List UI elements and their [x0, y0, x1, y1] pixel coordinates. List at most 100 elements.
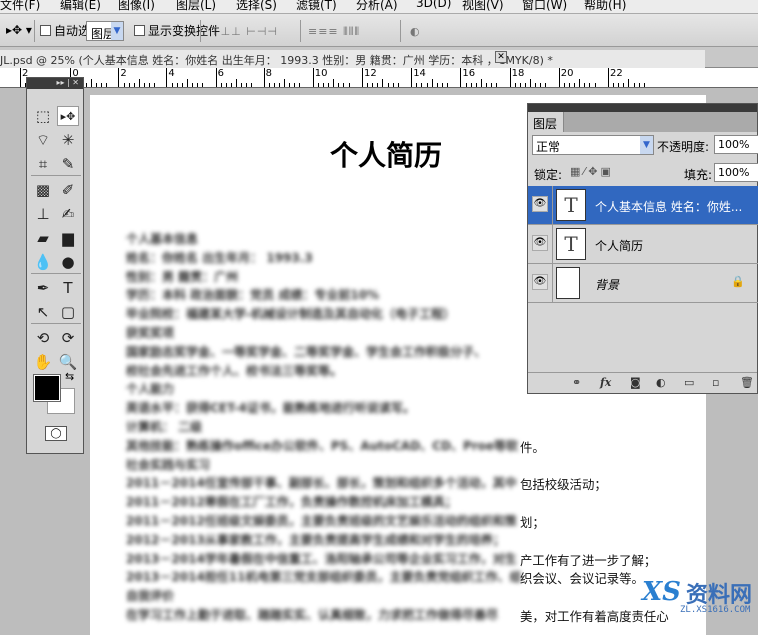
3d-orbit-icon[interactable]: ⟳	[57, 328, 79, 348]
lasso-icon[interactable]: ⌔	[32, 130, 54, 150]
type-icon[interactable]: T	[57, 278, 79, 298]
quick-mask-icon[interactable]: ◯	[45, 426, 67, 441]
opacity-input[interactable]: 100%	[714, 135, 758, 154]
brush-icon[interactable]: ✐	[57, 180, 79, 200]
show-transform-checkbox[interactable]	[134, 23, 145, 37]
ruler-tick	[312, 68, 314, 87]
menu-item[interactable]: 文件(F)	[0, 0, 40, 13]
layer-row[interactable]: 👁 T 个人基本信息 姓名：你姓...	[528, 186, 758, 225]
tab-layers[interactable]: 图层	[528, 112, 564, 132]
fill-input[interactable]: 100%	[714, 163, 758, 182]
menu-item[interactable]: 视图(V)	[462, 0, 504, 13]
fx-icon[interactable]: fx	[600, 376, 611, 389]
ruler-tick	[460, 68, 462, 87]
foreground-color-swatch[interactable]	[33, 374, 61, 402]
zoom-icon[interactable]: 🔍	[57, 352, 79, 372]
shape-icon[interactable]: ▢	[57, 302, 79, 322]
ruler-tick	[191, 83, 193, 87]
magic-wand-icon[interactable]: ✳	[57, 130, 79, 150]
pen-icon[interactable]: ✒	[32, 278, 54, 298]
menu-item[interactable]: 帮助(H)	[584, 0, 626, 13]
ruler-tick	[397, 83, 399, 87]
ruler-tick	[333, 79, 335, 87]
ruler-tick	[530, 79, 531, 87]
gradient-icon[interactable]: ▆	[57, 228, 79, 248]
resume-line: 个人能力	[126, 382, 175, 397]
crop-icon[interactable]: ⌗	[32, 154, 54, 174]
menu-item[interactable]: 3D(D)	[416, 0, 451, 10]
ruler-tick	[628, 79, 630, 87]
eye-icon[interactable]: 👁	[532, 274, 548, 290]
ruler-tick	[338, 83, 340, 87]
swap-colors-icon[interactable]: ⇆	[65, 370, 74, 383]
ruler-tick	[273, 83, 275, 87]
link-icon[interactable]: ⚭	[572, 376, 581, 389]
mask-icon[interactable]: ◙	[630, 376, 641, 389]
resume-line: 国家励志奖学金、一等奖学金、二等奖学金、学生会工作积极分子、	[126, 344, 487, 359]
menu-item[interactable]: 分析(A)	[356, 0, 398, 13]
tools-panel-header[interactable]: ▸▸ | ✕	[27, 78, 83, 89]
resume-line: 2011－2014任宣传部干事、副部长、部长，策划和组织多个活动，其中	[126, 476, 517, 491]
dodge-icon[interactable]: ●	[57, 252, 79, 272]
3d-rotate-icon[interactable]: ⟲	[32, 328, 54, 348]
layer-row[interactable]: 👁 T 个人简历	[528, 225, 758, 264]
menu-item[interactable]: 图像(I)	[118, 0, 155, 13]
tools-panel: ▸▸ | ✕ ⬚ ▸✥ ⌔ ✳ ⌗ ✎ ▩ ✐ ⊥ ✍ ▰ ▆ 💧 ● ✒ T ↖ ▢ ⟲ ⟳ ✋ 🔍 ⇆ ◯	[26, 77, 84, 454]
tool-separator	[31, 323, 81, 324]
auto-select-checkbox[interactable]	[40, 23, 51, 37]
eraser-icon[interactable]: ▰	[32, 228, 54, 248]
ruler-tick	[589, 83, 591, 87]
resume-line: 自我评价	[126, 589, 175, 604]
ruler-tick	[90, 79, 92, 87]
trash-icon[interactable]: 🗑	[740, 376, 754, 389]
folder-icon[interactable]: ▭	[684, 376, 694, 389]
adjustment-icon[interactable]: ◐	[656, 376, 666, 389]
layers-panel: 图层 正常 ▼ 不透明度: 100% 锁定: ▦⁄✥▣ 填充: 100% 👁 T 个人…	[527, 103, 758, 394]
resume-line: 其他技能：熟练操作office办公软件、PS、AutoCAD、CD、Proe等软	[126, 438, 519, 453]
ruler-tick	[608, 68, 609, 87]
ruler-tick	[441, 83, 443, 87]
layers-panel-header[interactable]	[528, 104, 757, 112]
ruler-tick	[496, 83, 498, 87]
document-tab[interactable]: JL.psd @ 25% (个人基本信息 姓名：你姓名 出生年月： 1993.3…	[0, 47, 758, 68]
new-layer-icon[interactable]: ▫	[712, 376, 719, 389]
resume-line: 毕业院校：福建某大学-机械设计制造及其自动化（电子工程）	[126, 307, 455, 322]
ruler-tick	[574, 83, 576, 87]
menu-item[interactable]: 编辑(E)	[60, 0, 101, 13]
hand-icon[interactable]: ✋	[32, 352, 54, 372]
ruler-tick	[149, 83, 150, 87]
eye-icon[interactable]: 👁	[532, 196, 548, 212]
distribute-icons[interactable]: ≡≡≡ ⫴⫴⫴	[308, 25, 360, 39]
menu-item[interactable]: 图层(L)	[176, 0, 216, 13]
clone-stamp-icon[interactable]: ⊥	[32, 204, 54, 224]
marquee-icon[interactable]: ⬚	[32, 106, 54, 126]
lock-icons[interactable]: ▦⁄✥▣	[570, 165, 614, 178]
path-select-icon[interactable]: ↖	[32, 302, 54, 322]
history-brush-icon[interactable]: ✍	[57, 204, 79, 224]
close-tab-icon[interactable]: ✕	[495, 51, 507, 63]
opacity-label: 不透明度:	[657, 140, 710, 154]
ruler-tick	[594, 83, 596, 87]
ruler-tick	[284, 79, 285, 87]
eyedropper-icon[interactable]: ✎	[57, 154, 79, 174]
resume-line-tail: 织会议、会议记录等。	[520, 571, 644, 587]
menu-item[interactable]: 滤镜(T)	[296, 0, 337, 13]
move-icon[interactable]: ▸✥	[57, 106, 79, 126]
auto-select-dropdown[interactable]: 图层 ▼	[86, 21, 124, 41]
menu-item[interactable]: 选择(S)	[236, 0, 277, 13]
ruler-tick	[138, 79, 140, 87]
blur-icon[interactable]: 💧	[32, 252, 54, 272]
healing-brush-icon[interactable]: ▩	[32, 180, 54, 200]
eye-icon[interactable]: 👁	[532, 235, 548, 251]
layer-row[interactable]: 👁 背景 🔒	[528, 264, 758, 303]
ruler-tick	[328, 83, 330, 87]
ruler-tick	[299, 83, 301, 87]
move-tool-preset[interactable]: ▸✥ ▾	[6, 23, 32, 37]
resume-line: 英语水平：获得CET-4证书，能熟练地进行听说读写。	[126, 401, 415, 416]
ruler-label: 8	[265, 68, 272, 79]
align-icons[interactable]: ⊤⊥⊥ ⊢⊣⊣	[210, 25, 278, 38]
fill-label: 填充:	[684, 168, 713, 182]
blend-mode-select[interactable]: 正常 ▼	[532, 135, 654, 155]
menu-item[interactable]: 窗口(W)	[522, 0, 567, 13]
auto-align-icon[interactable]: ◐	[410, 25, 421, 38]
